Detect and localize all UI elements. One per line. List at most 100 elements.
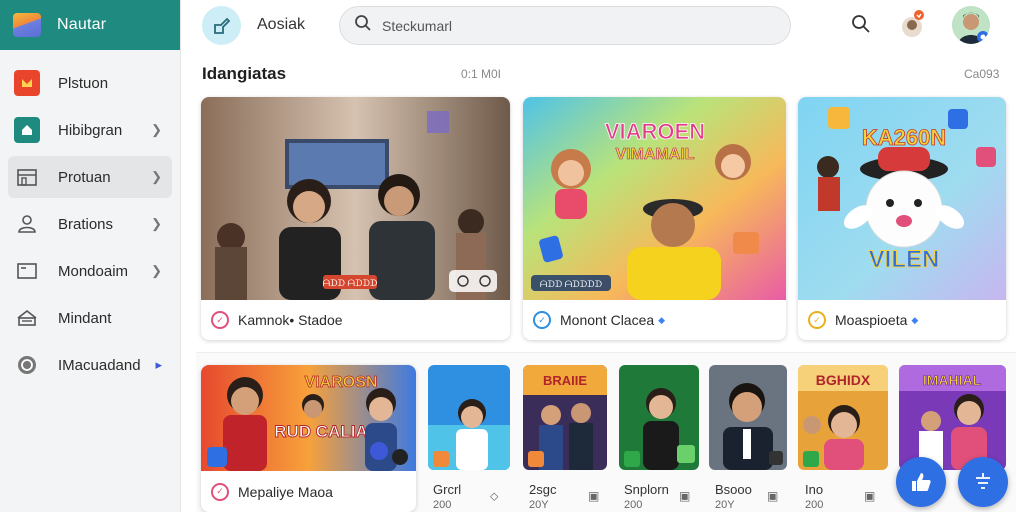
- tile-subtitle: 20Y: [529, 499, 549, 511]
- diamond-icon: ◆: [911, 314, 919, 325]
- search-button-icon[interactable]: [851, 14, 871, 39]
- tile-thumbnail[interactable]: [428, 365, 510, 470]
- card-title: Monont Clacea: [560, 312, 655, 328]
- top-header: Aosiak: [181, 0, 1024, 52]
- content-card[interactable]: ᗩᗪᗪ ᗩᗪᗪᗪ ✓ Kamnok• Stadoe: [201, 97, 510, 340]
- filter-icon: [976, 473, 990, 489]
- card-footer: ✓ Moaspioeta ◆: [798, 300, 1006, 340]
- search-icon: [354, 14, 372, 37]
- tile-thumbnail[interactable]: IMAHIAL: [899, 365, 1006, 470]
- card-thumbnail: KA260N VILEN: [798, 97, 1006, 300]
- chevron-right-icon: ❯: [151, 216, 162, 231]
- inbox-icon: [14, 305, 40, 331]
- chevron-right-icon: ▸: [155, 357, 162, 372]
- sidebar-item-label: Mondoaim: [58, 262, 129, 280]
- window-icon: [14, 258, 40, 284]
- bookmark-icon[interactable]: ▣: [588, 489, 599, 503]
- tile-subtitle: 200: [805, 499, 824, 511]
- tile-caption: Grcrl: [433, 482, 462, 497]
- banner-text: VIAROSN: [305, 374, 378, 391]
- sidebar-item-imacuadand[interactable]: IMacuadand ▸: [8, 344, 172, 386]
- tile-caption: Snplorn: [624, 482, 669, 497]
- banner-text: VIAROEN: [605, 119, 705, 144]
- card-thumbnail: ᗩᗪᗪ ᗩᗪᗪᗪ: [201, 97, 510, 300]
- status-dot-icon: ✓: [211, 311, 229, 329]
- sidebar-item-brations[interactable]: Brations ❯: [8, 203, 172, 245]
- share-icon[interactable]: ⬦: [490, 489, 498, 504]
- banner-text: BRAIIE: [543, 373, 587, 388]
- sidebar-item-protuan[interactable]: Protuan ❯: [8, 156, 172, 198]
- brand-name: Nautar: [57, 16, 107, 33]
- sidebar-item-label: Mindant: [58, 309, 112, 327]
- store-icon: [14, 164, 40, 190]
- chevron-right-icon: ❯: [151, 169, 162, 184]
- tile-subtitle: 200: [624, 499, 643, 511]
- header-title: Aosiak: [257, 16, 306, 33]
- user-icon: [14, 211, 40, 237]
- sidebar: Nautar Plstuon Hibibgran ❯ Protuan ❯ Bra…: [0, 0, 181, 512]
- sidebar-item-label: Hibibgran: [58, 121, 123, 139]
- banner-text: KA260N: [862, 125, 946, 150]
- tile-subtitle: 20Y: [715, 499, 735, 511]
- sidebar-item-mindant[interactable]: Mindant: [8, 297, 172, 339]
- status-dot-icon: ✓: [211, 482, 229, 501]
- sidebar-item-label: Plstuon: [58, 74, 109, 92]
- sidebar-item-hibibgran[interactable]: Hibibgran ❯: [8, 109, 172, 151]
- tile-thumbnail[interactable]: BRAIIE: [523, 365, 607, 470]
- content-card[interactable]: VIAROEN VIMAMAIL ᗩᗪᗪ ᗩᗪᗪᗪᗪ ✓ Monont Clac…: [523, 97, 786, 340]
- chevron-right-icon: ❯: [151, 122, 162, 137]
- bookmark-icon[interactable]: ▣: [679, 489, 690, 503]
- notification-avatar-icon[interactable]: [900, 9, 926, 39]
- card-footer: ✓ Kamnok• Stadoe: [201, 300, 510, 340]
- app-window: Nautar Plstuon Hibibgran ❯ Protuan ❯ Bra…: [0, 0, 1024, 512]
- section-title: Idangiatas: [202, 64, 287, 83]
- content-card[interactable]: VIAROSN RUD CALIA ✓ Mepaliye Maoa: [201, 365, 416, 512]
- status-dot-icon: ✓: [533, 311, 551, 329]
- tile-caption: Ino: [805, 482, 824, 497]
- banner-text: BGHIDX: [816, 372, 871, 388]
- banner-text: VIMAMAIL: [615, 146, 694, 163]
- card-tag: ᗩᗪᗪ ᗩᗪᗪᗪ: [323, 278, 378, 288]
- card-footer: ✓ Mepaliye Maoa: [201, 471, 416, 512]
- banner-text: IMAHIAL: [923, 372, 982, 388]
- search-input[interactable]: [382, 17, 762, 34]
- app-logo-icon[interactable]: [202, 6, 241, 45]
- content-card[interactable]: KA260N VILEN ✓ Moaspioeta ◆: [798, 97, 1006, 340]
- fire-icon: [14, 70, 40, 96]
- card-thumbnail: VIAROSN RUD CALIA: [201, 365, 416, 471]
- sidebar-item-label: Brations: [58, 215, 114, 233]
- sidebar-item-plstuon[interactable]: Plstuon: [8, 62, 172, 104]
- card-title: Mepaliye Maoa: [238, 483, 333, 500]
- tile-thumbnail[interactable]: BGHIDX: [798, 365, 888, 470]
- tile-caption: 2sgc: [529, 482, 557, 497]
- user-avatar[interactable]: [952, 6, 990, 44]
- sidebar-item-label: IMacuadand: [58, 356, 141, 374]
- card-title: Moaspioeta: [835, 312, 908, 328]
- bookmark-icon[interactable]: ▣: [767, 489, 778, 503]
- tile-thumbnail[interactable]: [619, 365, 699, 470]
- brand-bar[interactable]: Nautar: [0, 0, 180, 50]
- diamond-icon: ◆: [658, 314, 666, 325]
- sidebar-item-label: Protuan: [58, 168, 111, 186]
- sidebar-nav: Plstuon Hibibgran ❯ Protuan ❯ Brations ❯…: [0, 50, 180, 386]
- brand-logo-icon: [13, 13, 41, 37]
- card-thumbnail: VIAROEN VIMAMAIL ᗩᗪᗪ ᗩᗪᗪᗪᗪ: [523, 97, 786, 300]
- badge-icon: [14, 352, 40, 378]
- home-icon: [14, 117, 40, 143]
- card-footer: ✓ Monont Clacea ◆: [523, 300, 786, 340]
- thumbs-up-icon: [912, 473, 931, 491]
- bookmark-icon[interactable]: ▣: [864, 489, 875, 503]
- menu-fab-button[interactable]: [958, 457, 1008, 507]
- section-see-all-link[interactable]: Ca093: [964, 67, 999, 81]
- tile-subtitle: 200: [433, 499, 452, 511]
- card-title: Kamnok• Stadoe: [238, 312, 343, 328]
- tile-caption: Bsooo: [715, 482, 752, 497]
- tile-thumbnail[interactable]: [709, 365, 787, 470]
- section-meta: 0:1 M0I: [461, 67, 502, 81]
- search-bar[interactable]: [339, 6, 791, 45]
- banner-text: RUD CALIA: [274, 422, 368, 441]
- chevron-right-icon: ❯: [151, 263, 162, 278]
- card-tag: ᗩᗪᗪ ᗩᗪᗪᗪᗪ: [540, 279, 603, 289]
- sidebar-item-mondoaim[interactable]: Mondoaim ❯: [8, 250, 172, 292]
- like-fab-button[interactable]: [896, 457, 946, 507]
